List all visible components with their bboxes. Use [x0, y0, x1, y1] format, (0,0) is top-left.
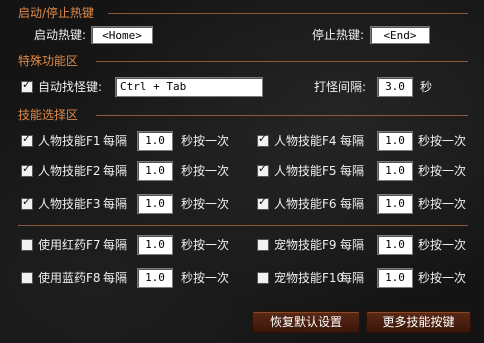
skill-interval-input[interactable]: 1.0	[137, 194, 173, 214]
press-once-label: 秒按一次	[418, 164, 467, 178]
start-hotkey-label: 启动热键:	[34, 28, 87, 42]
every-label: 每隔	[103, 197, 128, 211]
group-divider	[18, 225, 468, 226]
auto-target-checkbox[interactable]: ✓	[21, 78, 33, 93]
skill-label: 人物技能F5	[274, 164, 337, 178]
skill-interval-input[interactable]: 1.0	[137, 131, 173, 151]
skill-checkbox[interactable]: ✓	[257, 195, 269, 210]
stop-hotkey-label: 停止热键:	[312, 28, 365, 42]
press-once-label: 秒按一次	[181, 271, 230, 285]
section-divider	[108, 13, 468, 14]
checkmark-icon: ✓	[258, 195, 268, 208]
more-hotkeys-button[interactable]: 更多技能按键	[366, 311, 471, 333]
skill-checkbox[interactable]: ✓	[21, 162, 33, 177]
section-title-skills: 技能选择区	[18, 108, 79, 122]
checkmark-icon: ✓	[22, 162, 32, 175]
skill-label: 人物技能F2	[38, 164, 101, 178]
section-divider	[96, 61, 468, 62]
press-once-label: 秒按一次	[181, 197, 230, 211]
every-label: 每隔	[340, 164, 365, 178]
restore-defaults-button[interactable]: 恢复默认设置	[252, 311, 360, 333]
skill-checkbox[interactable]: ✓	[257, 132, 269, 147]
interval-input[interactable]: 3.0	[377, 77, 413, 97]
skill-label: 人物技能F4	[274, 134, 337, 148]
stop-hotkey-field[interactable]: <End>	[370, 26, 430, 44]
interval-label: 打怪间隔:	[314, 80, 367, 94]
section-title-special: 特殊功能区	[18, 54, 79, 68]
checkmark-icon: ✓	[258, 132, 268, 145]
every-label: 每隔	[340, 134, 365, 148]
every-label: 每隔	[103, 271, 128, 285]
skill-interval-input[interactable]: 1.0	[137, 161, 173, 181]
skill-checkbox[interactable]: ✓	[21, 132, 33, 147]
interval-unit: 秒	[420, 80, 433, 94]
skill-interval-input[interactable]: 1.0	[137, 268, 173, 288]
every-label: 每隔	[103, 238, 128, 252]
skill-checkbox[interactable]: ✓	[21, 239, 33, 251]
press-once-label: 秒按一次	[418, 134, 467, 148]
press-once-label: 秒按一次	[181, 164, 230, 178]
every-label: 每隔	[340, 238, 365, 252]
skill-checkbox[interactable]: ✓	[257, 162, 269, 177]
skill-interval-input[interactable]: 1.0	[377, 235, 413, 255]
skill-interval-input[interactable]: 1.0	[377, 268, 413, 288]
skill-checkbox[interactable]: ✓	[21, 272, 33, 284]
checkmark-icon: ✓	[22, 78, 32, 91]
skill-interval-input[interactable]: 1.0	[137, 235, 173, 255]
auto-target-label: 自动找怪键:	[38, 80, 103, 94]
every-label: 每隔	[340, 271, 365, 285]
skill-interval-input[interactable]: 1.0	[377, 161, 413, 181]
skill-label: 宠物技能F10	[274, 271, 345, 285]
checkmark-icon: ✓	[22, 132, 32, 145]
press-once-label: 秒按一次	[181, 134, 230, 148]
press-once-label: 秒按一次	[418, 271, 467, 285]
section-title-hotkeys: 启动/停止热键	[18, 6, 95, 20]
every-label: 每隔	[103, 134, 128, 148]
checkmark-icon: ✓	[258, 162, 268, 175]
press-once-label: 秒按一次	[418, 197, 467, 211]
press-once-label: 秒按一次	[181, 238, 230, 252]
skill-checkbox[interactable]: ✓	[257, 272, 269, 284]
skill-interval-input[interactable]: 1.0	[377, 131, 413, 151]
press-once-label: 秒按一次	[418, 238, 467, 252]
skill-checkbox[interactable]: ✓	[257, 239, 269, 251]
skill-label: 宠物技能F9	[274, 238, 337, 252]
checkmark-icon: ✓	[22, 195, 32, 208]
skill-interval-input[interactable]: 1.0	[377, 194, 413, 214]
skill-label: 人物技能F3	[38, 197, 101, 211]
skill-label: 使用蓝药F8	[38, 271, 101, 285]
auto-target-key-field[interactable]: Ctrl + Tab	[115, 77, 263, 97]
skill-label: 使用红药F7	[38, 238, 101, 252]
skill-label: 人物技能F1	[38, 134, 101, 148]
every-label: 每隔	[340, 197, 365, 211]
skill-label: 人物技能F6	[274, 197, 337, 211]
skill-checkbox[interactable]: ✓	[21, 195, 33, 210]
start-hotkey-field[interactable]: <Home>	[91, 26, 153, 44]
hotkey-settings-window: { "sections": { "hotkeys": "启动/停止热键", "s…	[0, 0, 484, 343]
every-label: 每隔	[103, 164, 128, 178]
section-divider	[96, 115, 468, 116]
